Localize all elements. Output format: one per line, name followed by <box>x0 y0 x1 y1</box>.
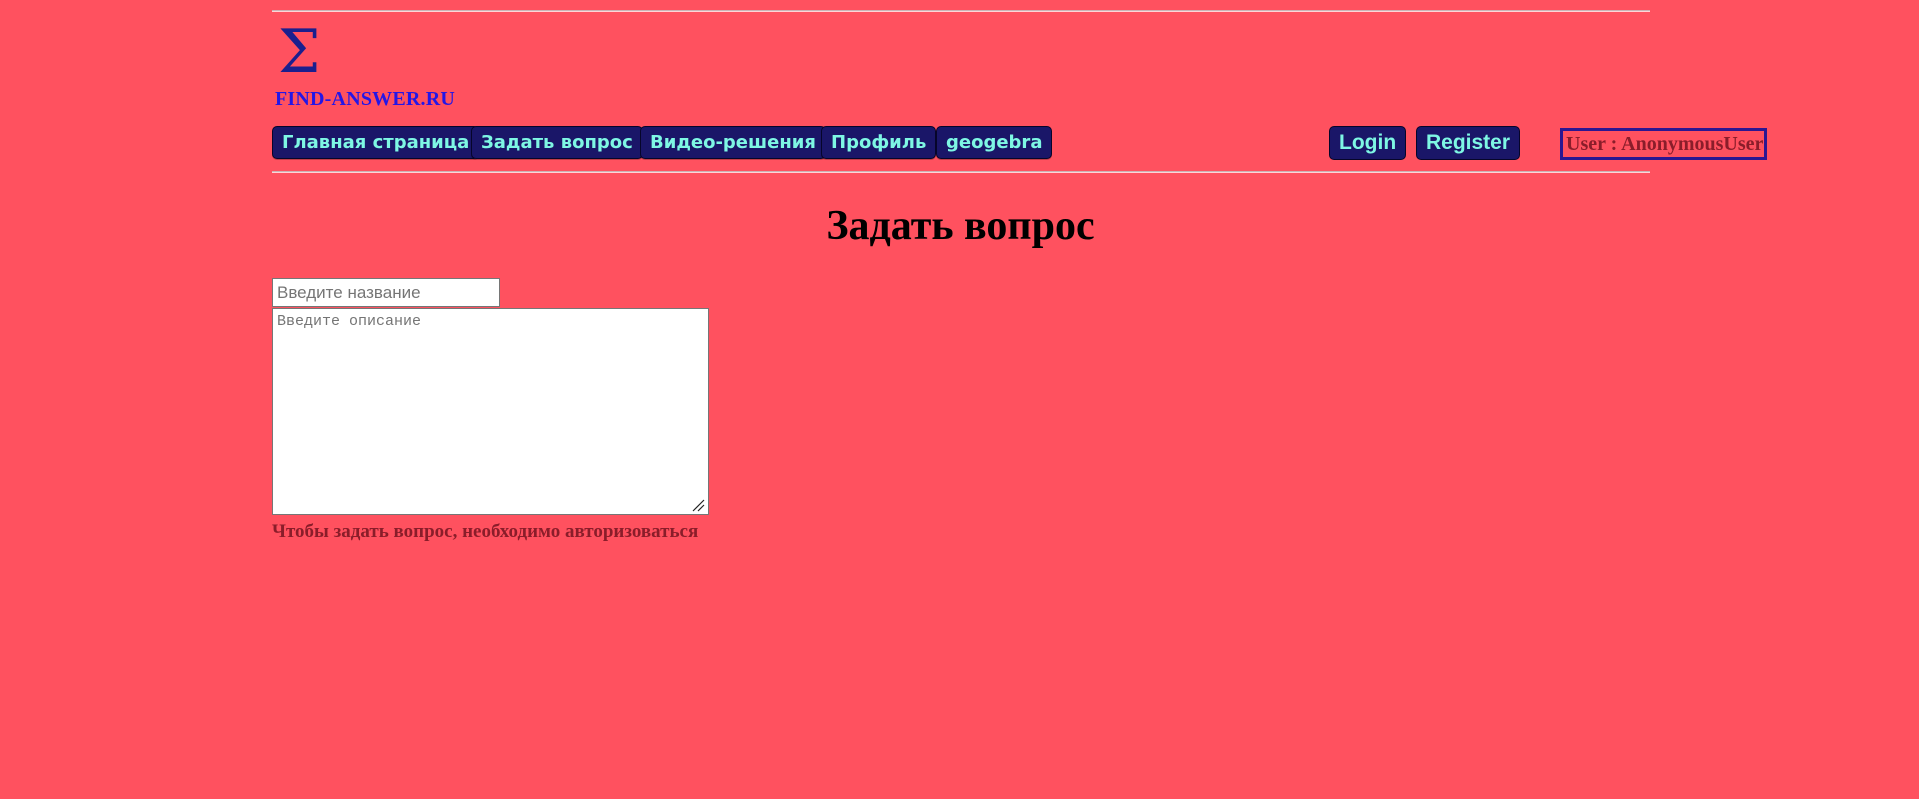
nav-item-home[interactable]: Главная страница <box>272 126 480 159</box>
user-status-badge: User : AnonymousUser <box>1560 128 1768 160</box>
auth-required-message: Чтобы задать вопрос, необходимо авторизо… <box>272 521 699 542</box>
page-title: Задать вопрос <box>0 196 1919 256</box>
header-top-divider <box>272 10 1650 12</box>
sigma-logo-icon[interactable]: Σ <box>278 14 320 90</box>
site-name-logo[interactable]: FIND-ANSWER.RU <box>275 88 455 111</box>
nav-item-video-solutions[interactable]: Видео-решения <box>640 126 826 159</box>
question-title-input[interactable] <box>272 278 500 307</box>
resize-grip-icon[interactable] <box>691 498 705 512</box>
nav-item-ask-question[interactable]: Задать вопрос <box>471 126 643 159</box>
register-button[interactable]: Register <box>1416 126 1521 160</box>
login-button[interactable]: Login <box>1329 126 1407 160</box>
nav-item-geogebra[interactable]: geogebra <box>936 126 1053 159</box>
nav-item-profile[interactable]: Профиль <box>821 126 937 159</box>
header-bottom-divider <box>272 171 1650 173</box>
page-title-text: Задать вопрос <box>826 203 1095 249</box>
question-description-textarea[interactable] <box>272 308 709 515</box>
